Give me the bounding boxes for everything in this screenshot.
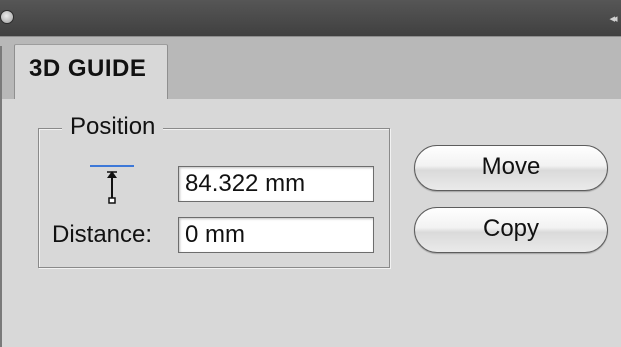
move-button[interactable]: Move xyxy=(414,145,608,191)
tab-label: 3D GUIDE xyxy=(29,55,147,82)
position-group-legend: Position xyxy=(62,113,164,141)
distance-label: Distance: xyxy=(52,221,153,248)
panel-left-border xyxy=(0,46,2,347)
close-icon[interactable] xyxy=(0,10,14,24)
copy-button[interactable]: Copy xyxy=(414,207,608,253)
position-value-field[interactable]: 84.322 mm xyxy=(178,166,374,202)
3d-guide-panel: ◂◂ 3D GUIDE Position 84.322 mm Distance:… xyxy=(0,0,621,347)
tab-3d-guide[interactable]: 3D GUIDE xyxy=(14,44,168,100)
distance-value-field[interactable]: 0 mm xyxy=(178,217,374,253)
collapse-icon[interactable]: ◂◂ xyxy=(605,12,619,26)
guide-offset-icon xyxy=(90,165,134,204)
